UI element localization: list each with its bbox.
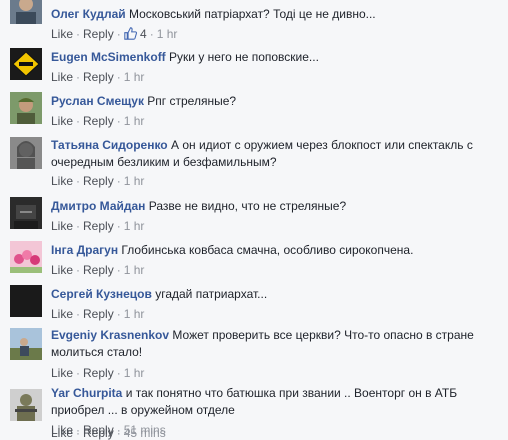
comment-text: Руки у него не поповские... xyxy=(169,50,319,64)
comment-text: и так понятно что батюшка при звании .. … xyxy=(125,386,458,400)
like-button[interactable]: Like xyxy=(51,114,73,128)
reply-button[interactable]: Reply xyxy=(83,219,114,233)
comment-time[interactable]: 1 hr xyxy=(124,366,145,380)
avatar[interactable] xyxy=(10,92,42,124)
thumbs-up-icon[interactable] xyxy=(123,27,137,40)
comment-author[interactable]: Інга Драгун xyxy=(51,243,118,257)
comment-text: Разве не видно, что не стреляные? xyxy=(148,199,347,213)
reply-button[interactable]: Reply xyxy=(83,174,114,188)
comment-text: Глобинська ковбаса смачна, особливо сиро… xyxy=(121,243,414,257)
comment-author[interactable]: Дмитро Майдан xyxy=(51,199,145,213)
comment-author[interactable]: Татьяна Сидоренко xyxy=(51,138,168,152)
comment-author[interactable]: Evgeniy Krasnenkov xyxy=(51,328,169,342)
comment-author[interactable]: Eugen McSimenkoff xyxy=(51,50,166,64)
reply-button[interactable]: Reply xyxy=(83,366,114,380)
comment-text: Рпг стреляные? xyxy=(147,94,237,108)
comment-text-continued: приобрел ... в оружейном отделе xyxy=(51,403,235,417)
comment-text-continued: очередным безликим и безфамильным? xyxy=(51,155,277,169)
comment-author[interactable]: Сергей Кузнецов xyxy=(51,287,152,301)
comment-time[interactable]: 1 hr xyxy=(124,114,145,128)
reply-button[interactable]: Reply xyxy=(83,27,114,41)
comment-time[interactable]: 45 mins xyxy=(124,426,166,440)
like-count[interactable]: 4 xyxy=(140,27,147,41)
avatar[interactable] xyxy=(10,197,42,229)
reply-button[interactable]: Reply xyxy=(83,70,114,84)
like-button[interactable]: Like xyxy=(51,307,73,321)
reply-button[interactable]: Reply xyxy=(83,263,114,277)
comment-time[interactable]: 1 hr xyxy=(124,174,145,188)
comment-author[interactable]: Yar Churpita xyxy=(51,386,122,400)
avatar[interactable] xyxy=(10,328,42,360)
avatar[interactable] xyxy=(10,241,42,273)
reply-button[interactable]: Reply xyxy=(83,426,114,440)
avatar[interactable] xyxy=(10,137,42,169)
comment-text: Московський патріархат? Тоді це не дивно… xyxy=(128,7,376,21)
like-button[interactable]: Like xyxy=(51,263,73,277)
comment-time[interactable]: 1 hr xyxy=(124,219,145,233)
avatar[interactable] xyxy=(10,285,42,317)
comment-time[interactable]: 1 hr xyxy=(157,27,178,41)
comment-text-continued: молиться стало! xyxy=(51,345,143,359)
comment-text: Может проверить все церкви? Что-то опасн… xyxy=(172,328,474,342)
like-button[interactable]: Like xyxy=(51,219,73,233)
like-button[interactable]: Like xyxy=(51,366,73,380)
like-button[interactable]: Like xyxy=(51,174,73,188)
reply-button[interactable]: Reply xyxy=(83,307,114,321)
comment-time[interactable]: 1 hr xyxy=(124,70,145,84)
avatar[interactable] xyxy=(10,48,42,80)
like-button[interactable]: Like xyxy=(51,70,73,84)
comment-time[interactable]: 1 hr xyxy=(124,263,145,277)
reply-button[interactable]: Reply xyxy=(83,114,114,128)
comment-author[interactable]: Олег Кудлай xyxy=(51,7,126,21)
like-button[interactable]: Like xyxy=(51,27,73,41)
comment-text: А он идиот с оружием через блокпост или … xyxy=(170,138,473,152)
comment-time[interactable]: 1 hr xyxy=(124,307,145,321)
avatar[interactable] xyxy=(10,0,42,24)
comment-author[interactable]: Руслан Смещук xyxy=(51,94,144,108)
like-button[interactable]: Like xyxy=(51,426,73,440)
comment-text: угадай патриархат... xyxy=(155,287,268,301)
avatar[interactable] xyxy=(10,389,42,421)
